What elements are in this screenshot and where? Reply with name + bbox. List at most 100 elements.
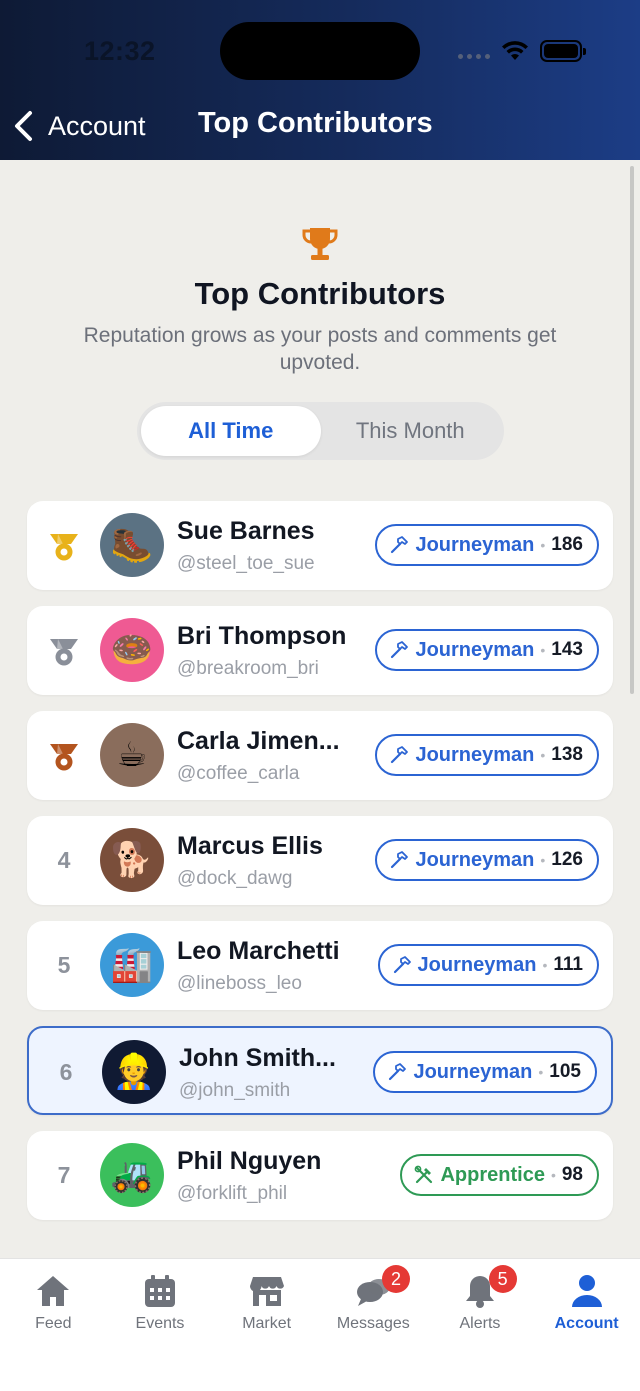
- avatar-emoji: ☕: [116, 736, 148, 774]
- avatar-emoji: 🚜: [110, 1156, 154, 1194]
- trophy-icon: [302, 228, 338, 260]
- leaderboard-row[interactable]: 7 🚜 Phil Nguyen @forklift_phil Apprentic…: [27, 1131, 613, 1220]
- reputation-score: 186: [551, 534, 583, 555]
- rank-medal: [45, 501, 83, 590]
- reputation-badge[interactable]: Journeyman • 111: [377, 944, 599, 986]
- contributor-handle: @lineboss_leo: [177, 973, 302, 994]
- level-label: Journeyman: [415, 533, 535, 556]
- tools-icon: [415, 1165, 433, 1184]
- level-label: Journeyman: [415, 743, 535, 766]
- tab-feed[interactable]: Feed: [0, 1259, 107, 1349]
- storefront-icon: [249, 1277, 284, 1306]
- segment-this-month[interactable]: This Month: [321, 406, 501, 456]
- reputation-badge[interactable]: Journeyman • 126: [375, 839, 599, 881]
- contributor-handle: @coffee_carla: [177, 763, 300, 784]
- calendar-icon: [144, 1275, 175, 1307]
- avatar[interactable]: 🐕: [100, 828, 164, 892]
- notification-badge: 2: [381, 1265, 410, 1293]
- back-label: Account: [48, 110, 146, 141]
- silver-medal-icon: [50, 638, 78, 665]
- rank-number: 4: [45, 816, 83, 905]
- avatar-emoji: 👷: [112, 1053, 156, 1091]
- separator-dot: •: [540, 537, 546, 553]
- avatar[interactable]: 👷: [102, 1040, 166, 1104]
- tab-alerts[interactable]: Alerts 5: [427, 1259, 534, 1349]
- back-button[interactable]: Account: [10, 104, 146, 148]
- avatar-emoji: 🥾: [110, 526, 154, 564]
- chevron-left-icon: [15, 111, 32, 141]
- reputation-score: 126: [551, 849, 583, 870]
- leaderboard-row[interactable]: 5 🏭 Leo Marchetti @lineboss_leo Journeym…: [27, 921, 613, 1010]
- rank-number-text: 7: [57, 1162, 71, 1188]
- reputation-badge[interactable]: Apprentice • 98: [400, 1154, 599, 1196]
- avatar-emoji: 🍩: [110, 631, 154, 669]
- leaderboard-row[interactable]: ☕ Carla Jimen... @coffee_carla Journeyma…: [27, 711, 613, 800]
- hammer-icon: [391, 641, 409, 659]
- cellular-signal-icon: [458, 54, 490, 59]
- avatar[interactable]: 🚜: [100, 1143, 164, 1207]
- hammer-icon: [393, 956, 411, 974]
- page-title: Top Contributors: [194, 276, 446, 311]
- avatar[interactable]: 🍩: [100, 618, 164, 682]
- avatar[interactable]: ☕: [100, 723, 164, 787]
- rank-number: 6: [47, 1028, 85, 1117]
- reputation-badge[interactable]: Journeyman • 186: [375, 524, 599, 566]
- leaderboard-row[interactable]: 4 🐕 Marcus Ellis @dock_dawg Journeyman •…: [27, 816, 613, 905]
- leaderboard-row[interactable]: 🍩 Bri Thompson @breakroom_bri Journeyman…: [27, 606, 613, 695]
- reputation-score: 111: [553, 954, 583, 975]
- reputation-score: 138: [551, 744, 583, 765]
- separator-dot: •: [540, 747, 546, 763]
- reputation-badge[interactable]: Journeyman • 105: [373, 1051, 597, 1093]
- reputation-score: 105: [549, 1061, 581, 1082]
- person-icon: [571, 1275, 602, 1307]
- home-icon: [37, 1276, 70, 1306]
- segment-all-time[interactable]: All Time: [141, 406, 321, 456]
- leaderboard-row-current-user[interactable]: 6 👷 John Smith... @john_smith Journeyman…: [27, 1026, 613, 1115]
- tab-account[interactable]: Account: [533, 1259, 640, 1349]
- leaderboard-scroll-view[interactable]: Top Contributors Reputation grows as you…: [0, 160, 640, 1258]
- contributor-handle: @dock_dawg: [177, 868, 293, 889]
- time-range-segmented-control: All Time This Month: [137, 402, 504, 460]
- contributor-handle: @breakroom_bri: [177, 658, 319, 679]
- rank-number-text: 6: [59, 1059, 73, 1085]
- level-label: Journeyman: [413, 1060, 533, 1083]
- contributor-name: John Smith...: [179, 1044, 336, 1072]
- level-label: Journeyman: [415, 848, 535, 871]
- contributors-list: 🥾 Sue Barnes @steel_toe_sue Journeyman •…: [27, 501, 613, 1236]
- tab-label: Market: [242, 1315, 292, 1332]
- status-time: 12:32: [84, 36, 156, 66]
- tab-events[interactable]: Events: [107, 1259, 214, 1349]
- separator-dot: •: [538, 1064, 544, 1080]
- tab-market[interactable]: Market: [213, 1259, 320, 1349]
- reputation-badge[interactable]: Journeyman • 138: [375, 734, 599, 776]
- separator-dot: •: [540, 852, 546, 868]
- avatar[interactable]: 🥾: [100, 513, 164, 577]
- tab-label: Events: [135, 1315, 185, 1332]
- battery-icon: [540, 40, 586, 62]
- dynamic-island: [220, 22, 420, 80]
- contributor-handle: @john_smith: [179, 1080, 291, 1101]
- contributor-name: Bri Thompson: [177, 622, 347, 650]
- leaderboard-row[interactable]: 🥾 Sue Barnes @steel_toe_sue Journeyman •…: [27, 501, 613, 590]
- hammer-icon: [391, 746, 409, 764]
- level-label: Journeyman: [415, 638, 535, 661]
- reputation-badge[interactable]: Journeyman • 143: [375, 629, 599, 671]
- rank-medal: [45, 606, 83, 695]
- tab-bar: Feed Events Market Messages 2 Alerts 5 A…: [0, 1258, 640, 1391]
- tab-label: Feed: [35, 1315, 72, 1332]
- avatar[interactable]: 🏭: [100, 933, 164, 997]
- contributor-name: Carla Jimen...: [177, 727, 340, 755]
- contributor-name: Leo Marchetti: [177, 937, 340, 965]
- separator-dot: •: [542, 957, 548, 973]
- avatar-emoji: 🏭: [110, 946, 154, 984]
- tab-label: Messages: [336, 1315, 410, 1332]
- rank-number: 5: [45, 921, 83, 1010]
- rank-number: 7: [45, 1131, 83, 1220]
- tab-label: Alerts: [459, 1315, 501, 1332]
- scrollbar[interactable]: [630, 166, 634, 694]
- rank-number-text: 5: [57, 952, 71, 978]
- contributor-name: Marcus Ellis: [177, 832, 323, 860]
- level-label: Apprentice: [440, 1163, 545, 1186]
- tab-messages[interactable]: Messages 2: [320, 1259, 427, 1349]
- reputation-score: 143: [551, 639, 583, 660]
